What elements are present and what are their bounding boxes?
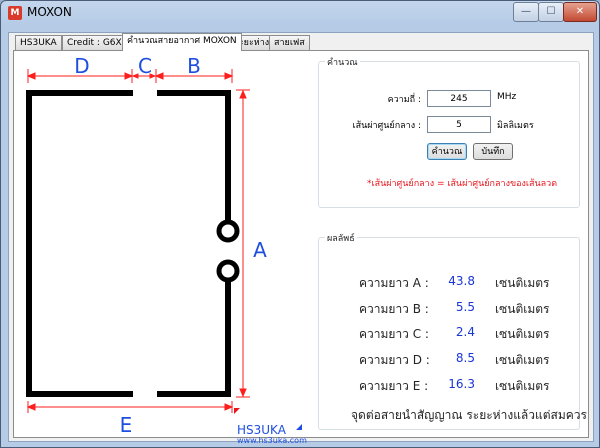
label-b: B [187,54,201,78]
tab-hs3uka[interactable]: HS3UKA [15,35,62,50]
result-unit: เซนติเมตร [495,353,550,367]
reflector-top-wire [157,90,231,96]
result-label: ความยาว B : [359,302,429,316]
client-area: HS3UKA Credit : G6XN คำนวณสายอากาศ MOXON… [8,32,594,445]
app-icon[interactable]: M [8,6,22,20]
result-label: ความยาว C : [359,327,429,341]
label-c: C [138,54,152,78]
result-unit: เซนติเมตร [495,302,550,316]
close-button[interactable]: ✕ [563,2,597,22]
result-unit: เซนติเมตร [495,379,550,393]
result-value: 16.3 [448,377,475,391]
label-a: A [253,238,267,262]
dimension-lines [26,69,250,413]
diameter-note: *เส้นผ่าศูนย์กลาง = เส้นผ่าศูนย์กลางของเ… [367,179,558,189]
logo-url[interactable]: www.hs3uka.com [237,436,307,445]
logo-name: HS3UKA [237,423,286,437]
moxon-diagram: D C B A E [26,54,302,437]
right-upper-wire [225,90,231,230]
window-title: MOXON [27,5,72,19]
driven-top-wire [26,90,133,96]
result-label: ความยาว D : [359,353,430,367]
result-value: 8.5 [455,351,475,365]
frequency-unit: MHz [497,92,517,102]
result-value: 2.4 [455,325,475,339]
result-value: 5.5 [455,300,475,314]
right-lower-wire [225,274,231,397]
calc-group: คำนวณ ความถี่ : MHz เส้นผ่าศูนย์กลาง : ม… [318,55,580,208]
reflector-bottom-wire [157,391,231,397]
label-d: D [74,54,89,78]
logo-mark-red [234,408,240,414]
result-label: ความยาว A : [359,276,429,290]
result-label: ความยาว E : [359,379,429,393]
results-group-title: ผลลัพธ์ [325,231,357,245]
results-group: ผลลัพธ์ ความยาว A : 43.8 เซนติเมตร ความย… [318,231,587,430]
left-wire [26,90,32,397]
diameter-unit: มิลลิเมตร [497,121,534,131]
app-window: M MOXON — ☐ ✕ HS3UKA Credit : G6XN คำนวณ… [0,0,600,448]
feedline-note: จุดต่อสายนำสัญญาณ ระยะห่างแล้วแต่สมควร [351,408,587,422]
minimize-button[interactable]: — [513,2,539,22]
calc-group-title: คำนวณ [325,55,360,69]
tab-moxon-calculator[interactable]: คำนวณสายอากาศ MOXON [122,33,242,51]
feedpoint-top [216,219,240,243]
moxon-tab-page: D C B A E คำนวณ ความถี่ : MHz เส้นผ่าศูน… [13,50,589,438]
driven-bottom-wire [26,391,133,397]
tab-phasing-line[interactable]: สายเฟส [269,35,310,50]
frequency-label: ความถี่ : [387,95,421,105]
calculate-button[interactable]: คำนวณ [427,143,467,160]
result-value: 43.8 [448,274,475,288]
label-e: E [120,413,133,437]
diameter-input[interactable] [427,116,491,133]
save-button[interactable]: บันทึก [473,143,513,160]
frequency-input[interactable] [427,90,491,107]
feedpoint-bottom [216,259,240,283]
logo-mark-blue [296,424,302,430]
title-bar[interactable]: M MOXON — ☐ ✕ [1,1,599,25]
result-unit: เซนติเมตร [495,276,550,290]
maximize-button[interactable]: ☐ [538,2,564,22]
result-unit: เซนติเมตร [495,327,550,341]
diameter-label: เส้นผ่าศูนย์กลาง : [352,121,422,131]
